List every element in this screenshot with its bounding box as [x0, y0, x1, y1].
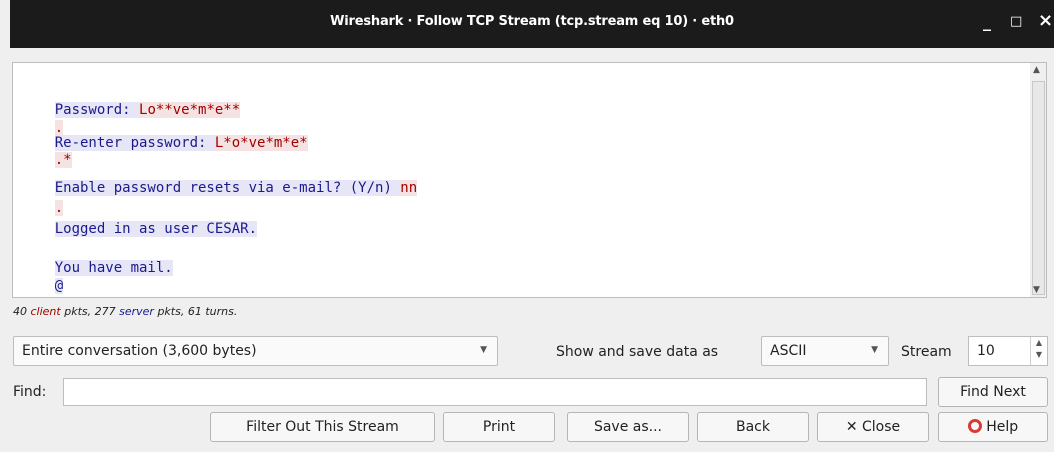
server-text: Enable password resets via e-mail? (Y/n)	[54, 180, 401, 196]
scrollbar-thumb[interactable]	[1032, 81, 1045, 295]
stream-content-area[interactable]: Password: Lo**ve*m*e** . Re-enter passwo…	[12, 62, 1032, 298]
stream-line: You have mail.	[21, 243, 173, 276]
stream-line: Enable password resets via e-mail? (Y/n)…	[21, 163, 418, 196]
increment-icon[interactable]: ▲	[1031, 337, 1047, 349]
turns-summary: pkts, 61 turns.	[157, 305, 238, 318]
show-save-label: Show and save data as	[556, 344, 719, 360]
stream-line: .	[21, 183, 64, 216]
stream-number-spinbox[interactable]: 10 ▲ ▼	[968, 336, 1048, 366]
stream-label: Stream	[901, 344, 952, 360]
format-select-value: ASCII	[770, 343, 807, 359]
stream-number-value: 10	[977, 343, 995, 359]
stream-line: Re-enter password: L*o*ve*m*e*	[21, 118, 308, 151]
vertical-scrollbar[interactable]: ▲ ▼	[1030, 62, 1047, 298]
server-packet-count: pkts, 277	[64, 305, 116, 318]
print-button[interactable]: Print	[443, 412, 555, 442]
maximize-icon[interactable]: □	[1010, 14, 1022, 29]
decrement-icon[interactable]: ▼	[1031, 349, 1047, 361]
back-button[interactable]: Back	[697, 412, 809, 442]
find-input[interactable]	[63, 378, 927, 406]
find-label: Find:	[13, 384, 47, 400]
close-button-label: Close	[862, 419, 901, 435]
scroll-up-icon[interactable]: ▲	[1033, 65, 1040, 75]
help-button[interactable]: Help	[938, 412, 1048, 442]
find-next-button[interactable]: Find Next	[938, 377, 1048, 407]
minimize-icon[interactable]: _	[983, 12, 991, 31]
client-text: Lo**ve*m*e**	[139, 102, 241, 118]
conversation-select[interactable]: Entire conversation (3,600 bytes) ▼	[13, 336, 498, 366]
conversation-select-value: Entire conversation (3,600 bytes)	[22, 343, 257, 359]
stream-line: @	[21, 261, 64, 294]
save-as-button[interactable]: Save as...	[567, 412, 689, 442]
format-select[interactable]: ASCII ▼	[761, 336, 889, 366]
title-bar: Wireshark · Follow TCP Stream (tcp.strea…	[10, 0, 1054, 48]
close-icon[interactable]: ×	[1038, 10, 1053, 31]
chevron-down-icon: ▼	[480, 345, 487, 355]
server-text: Logged in as user CESAR.	[54, 221, 258, 237]
filter-out-stream-button[interactable]: Filter Out This Stream	[210, 412, 435, 442]
scroll-down-icon[interactable]: ▼	[1033, 285, 1040, 295]
client-packet-count: 40	[13, 305, 27, 318]
server-text: Re-enter password:	[54, 135, 215, 151]
window-title: Wireshark · Follow TCP Stream (tcp.strea…	[330, 14, 734, 29]
close-button[interactable]: ✕ Close	[817, 412, 929, 442]
stream-line: .	[21, 281, 63, 297]
stream-line: .*	[21, 135, 72, 168]
help-button-label: Help	[986, 419, 1019, 435]
client-text: L*o*ve*m*e*	[214, 135, 308, 151]
server-label: server	[119, 305, 154, 318]
server-text: You have mail.	[54, 260, 173, 276]
spin-arrows[interactable]: ▲ ▼	[1030, 337, 1047, 365]
server-text: Password:	[54, 102, 140, 118]
stream-line: Logged in as user CESAR.	[21, 204, 258, 237]
client-label: client	[30, 305, 61, 318]
x-icon: ✕	[845, 419, 858, 435]
client-text: nn	[400, 180, 418, 196]
help-icon	[967, 419, 982, 433]
stream-line: Password: Lo**ve*m*e**	[21, 85, 241, 118]
chevron-down-icon: ▼	[871, 345, 878, 355]
packet-stats: 40 client pkts, 277 server pkts, 61 turn…	[13, 305, 237, 318]
